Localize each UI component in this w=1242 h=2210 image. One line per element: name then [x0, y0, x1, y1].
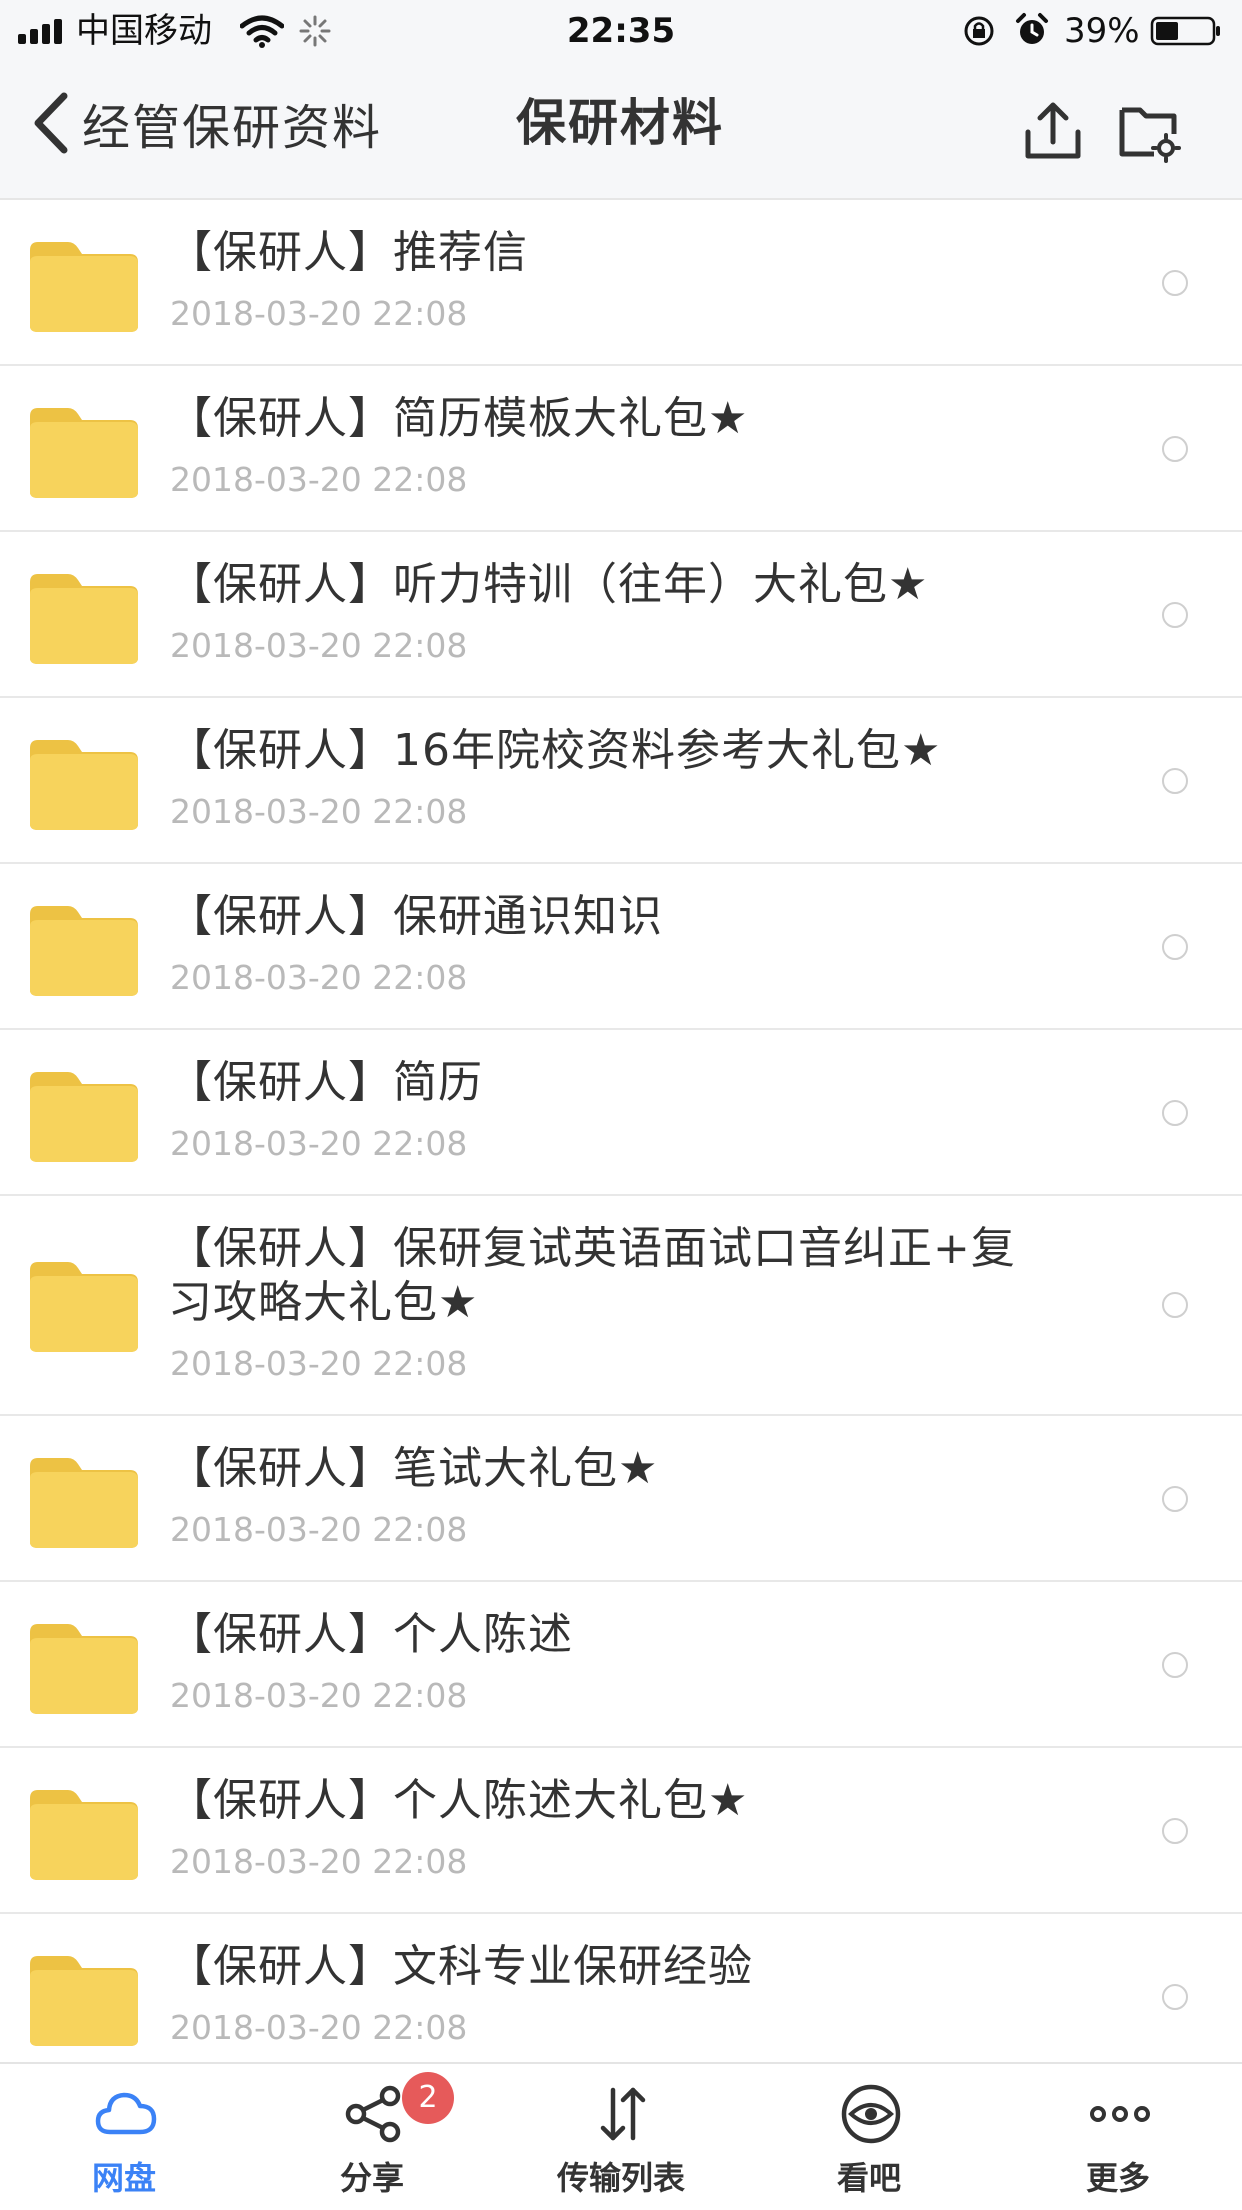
file-name: 【保研人】听力特训（往年）大礼包★ [168, 559, 929, 610]
list-item[interactable]: 【保研人】推荐信 2018-03-20 22:08 [0, 200, 1242, 366]
navigation-bar: 经管保研资料 保研材料 [0, 62, 1242, 200]
folder-icon [28, 572, 140, 666]
file-name: 【保研人】个人陈述大礼包★ [168, 1775, 749, 1826]
folder-icon [28, 1260, 140, 1354]
cloud-icon [95, 2092, 157, 2135]
file-name: 【保研人】笔试大礼包★ [168, 1443, 659, 1494]
folder-icon [28, 240, 140, 334]
upload-icon[interactable] [1020, 98, 1086, 164]
list-item[interactable]: 【保研人】16年院校资料参考大礼包★ 2018-03-20 22:08 [0, 698, 1242, 864]
chevron-left-icon [34, 92, 68, 154]
tab-more[interactable]: 更多 [994, 2064, 1242, 2210]
file-name: 【保研人】简历模板大礼包★ [168, 393, 749, 444]
file-name: 【保研人】简历 [168, 1057, 483, 1108]
select-radio[interactable] [1162, 602, 1188, 628]
tab-label: 传输列表 [556, 2159, 685, 2197]
tab-bar: 网盘 2 分享 传输列表 看吧 更多 [0, 2062, 1242, 2208]
file-date: 2018-03-20 22:08 [170, 1344, 468, 1383]
share-icon [345, 2085, 401, 2143]
folder-icon [28, 406, 140, 500]
select-radio[interactable] [1162, 934, 1188, 960]
tab-kanba[interactable]: 看吧 [745, 2064, 993, 2210]
tab-share[interactable]: 2 分享 [248, 2064, 496, 2210]
file-date: 2018-03-20 22:08 [170, 460, 468, 499]
folder-icon [28, 1070, 140, 1164]
file-name: 【保研人】个人陈述 [168, 1609, 573, 1660]
tab-label: 分享 [339, 2159, 404, 2197]
battery-percent: 39% [1064, 11, 1140, 51]
file-date: 2018-03-20 22:08 [170, 626, 468, 665]
select-radio[interactable] [1162, 1292, 1188, 1318]
tab-netdisk[interactable]: 网盘 [0, 2064, 248, 2210]
status-time: 22:35 [566, 11, 676, 51]
list-item[interactable]: 【保研人】简历 2018-03-20 22:08 [0, 1030, 1242, 1196]
back-label: 经管保研资料 [82, 100, 383, 156]
folder-settings-icon[interactable] [1116, 98, 1182, 164]
back-button[interactable]: 经管保研资料 [30, 88, 382, 158]
folder-icon [28, 1788, 140, 1882]
share-badge: 2 [402, 2072, 454, 2124]
select-radio[interactable] [1162, 768, 1188, 794]
list-item[interactable]: 【保研人】听力特训（往年）大礼包★ 2018-03-20 22:08 [0, 532, 1242, 698]
eye-icon [841, 2084, 901, 2144]
file-date: 2018-03-20 22:08 [170, 294, 468, 333]
list-item[interactable]: 【保研人】文科专业保研经验 2018-03-20 22:08 [0, 1914, 1242, 2062]
list-item[interactable]: 【保研人】笔试大礼包★ 2018-03-20 22:08 [0, 1416, 1242, 1582]
file-name: 【保研人】保研通识知识 [168, 891, 663, 942]
list-item[interactable]: 【保研人】简历模板大礼包★ 2018-03-20 22:08 [0, 366, 1242, 532]
select-radio[interactable] [1162, 436, 1188, 462]
folder-icon [28, 904, 140, 998]
file-date: 2018-03-20 22:08 [170, 958, 468, 997]
list-item[interactable]: 【保研人】个人陈述大礼包★ 2018-03-20 22:08 [0, 1748, 1242, 1914]
more-icon [1090, 2106, 1150, 2122]
select-radio[interactable] [1162, 1652, 1188, 1678]
file-name: 【保研人】文科专业保研经验 [168, 1941, 753, 1992]
file-list: 【保研人】推荐信 2018-03-20 22:08 【保研人】简历模板大礼包★ 20… [0, 200, 1242, 2062]
file-date: 2018-03-20 22:08 [170, 1510, 468, 1549]
tab-label: 网盘 [91, 2159, 156, 2197]
status-bar: 中国移动 22:35 39% [0, 0, 1242, 62]
alarm-icon [1016, 13, 1048, 44]
file-date: 2018-03-20 22:08 [170, 2008, 468, 2047]
file-date: 2018-03-20 22:08 [170, 1676, 468, 1715]
file-name: 【保研人】推荐信 [168, 227, 528, 278]
list-item[interactable]: 【保研人】保研复试英语面试口音纠正+复习攻略大礼包★ 2018-03-20 22:… [0, 1196, 1242, 1416]
transfer-icon [600, 2087, 646, 2141]
select-radio[interactable] [1162, 1486, 1188, 1512]
select-radio[interactable] [1162, 1100, 1188, 1126]
battery-icon [1150, 16, 1220, 46]
select-radio[interactable] [1162, 270, 1188, 296]
list-item[interactable]: 【保研人】保研通识知识 2018-03-20 22:08 [0, 864, 1242, 1030]
file-name: 【保研人】保研复试英语面试口音纠正+复习攻略大礼包★ [168, 1223, 1016, 1328]
page-title: 保研材料 [516, 94, 724, 152]
select-radio[interactable] [1162, 1818, 1188, 1844]
tab-label: 更多 [1085, 2159, 1150, 2197]
folder-icon [28, 1954, 140, 2048]
list-item[interactable]: 【保研人】个人陈述 2018-03-20 22:08 [0, 1582, 1242, 1748]
file-date: 2018-03-20 22:08 [170, 792, 468, 831]
folder-icon [28, 1622, 140, 1716]
select-radio[interactable] [1162, 1984, 1188, 2010]
tab-transfer-list[interactable]: 传输列表 [497, 2064, 745, 2210]
file-date: 2018-03-20 22:08 [170, 1124, 468, 1163]
file-name: 【保研人】16年院校资料参考大礼包★ [168, 725, 942, 776]
tab-label: 看吧 [836, 2159, 901, 2197]
folder-icon [28, 738, 140, 832]
rotation-lock-icon [964, 16, 994, 46]
file-date: 2018-03-20 22:08 [170, 1842, 468, 1881]
folder-icon [28, 1456, 140, 1550]
